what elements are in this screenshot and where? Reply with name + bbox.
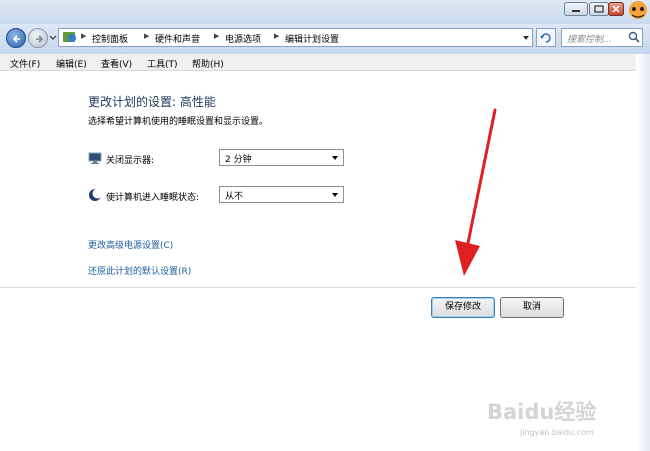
window-right-edge: [636, 54, 650, 451]
baidu-watermark-url: jingyan.baidu.com: [520, 428, 594, 437]
forward-arrow-icon: [36, 35, 44, 43]
refresh-icon: [540, 33, 551, 43]
turn-off-display-select[interactable]: 2 分钟: [219, 149, 344, 166]
search-icon[interactable]: [628, 31, 640, 43]
turn-off-display-value: 2 分钟: [225, 155, 252, 165]
refresh-button[interactable]: [536, 28, 556, 47]
menu-edit[interactable]: 编辑(E): [56, 57, 87, 70]
mascot-decoration-icon: [629, 1, 647, 19]
recent-pages-chevron-icon[interactable]: [49, 35, 57, 41]
breadcrumb-hardware-sound[interactable]: 硬件和声音: [155, 32, 200, 45]
breadcrumb-edit-plan[interactable]: 编辑计划设置: [285, 32, 339, 45]
menu-view[interactable]: 查看(V): [101, 57, 132, 70]
close-icon: [612, 5, 620, 13]
restore-defaults-link[interactable]: 还原此计划的默认设置(R): [88, 264, 191, 277]
breadcrumb-separator-icon[interactable]: ▶: [144, 32, 149, 40]
breadcrumb-power-options[interactable]: 电源选项: [225, 32, 261, 45]
breadcrumb-separator-icon[interactable]: ▶: [274, 32, 279, 40]
cancel-button[interactable]: 取消: [500, 297, 564, 318]
forward-button[interactable]: [28, 28, 48, 48]
moon-icon: [89, 188, 102, 201]
chevron-down-icon: [332, 193, 338, 197]
maximize-button[interactable]: [589, 2, 609, 16]
sleep-label: 使计算机进入睡眠状态:: [106, 193, 200, 203]
address-dropdown-icon[interactable]: [522, 35, 530, 41]
advanced-power-settings-link[interactable]: 更改高级电源设置(C): [88, 238, 173, 251]
title-bar: [0, 0, 650, 24]
menu-tools[interactable]: 工具(T): [147, 57, 178, 70]
minimize-button[interactable]: [564, 2, 588, 16]
footer-divider: [0, 287, 650, 288]
minimize-icon: [572, 10, 580, 12]
menu-bar: [0, 54, 650, 71]
search-placeholder: 搜索控制...: [567, 35, 612, 45]
breadcrumb-separator-icon: ▶: [81, 32, 87, 40]
baidu-watermark-logo: Baidu经验: [487, 400, 597, 424]
chevron-down-icon: [332, 156, 338, 160]
breadcrumb-separator-icon[interactable]: ▶: [214, 32, 219, 40]
control-panel-icon: [63, 32, 76, 42]
turn-off-display-label: 关闭显示器:: [106, 156, 155, 166]
page-title: 更改计划的设置: 高性能: [88, 95, 216, 109]
back-button[interactable]: [6, 28, 26, 48]
save-changes-button[interactable]: 保存修改: [431, 297, 495, 318]
red-annotation-arrow-icon: [455, 108, 497, 276]
back-arrow-icon: [12, 35, 20, 43]
sleep-select[interactable]: 从不: [219, 186, 344, 203]
menu-file[interactable]: 文件(F): [10, 57, 40, 70]
monitor-icon: [88, 152, 102, 164]
page-subtitle: 选择希望计算机使用的睡眠设置和显示设置。: [88, 117, 269, 127]
maximize-icon: [594, 5, 604, 13]
sleep-value: 从不: [225, 192, 244, 202]
menu-help[interactable]: 帮助(H): [192, 57, 224, 70]
breadcrumb-control-panel[interactable]: 控制面板: [92, 32, 128, 45]
